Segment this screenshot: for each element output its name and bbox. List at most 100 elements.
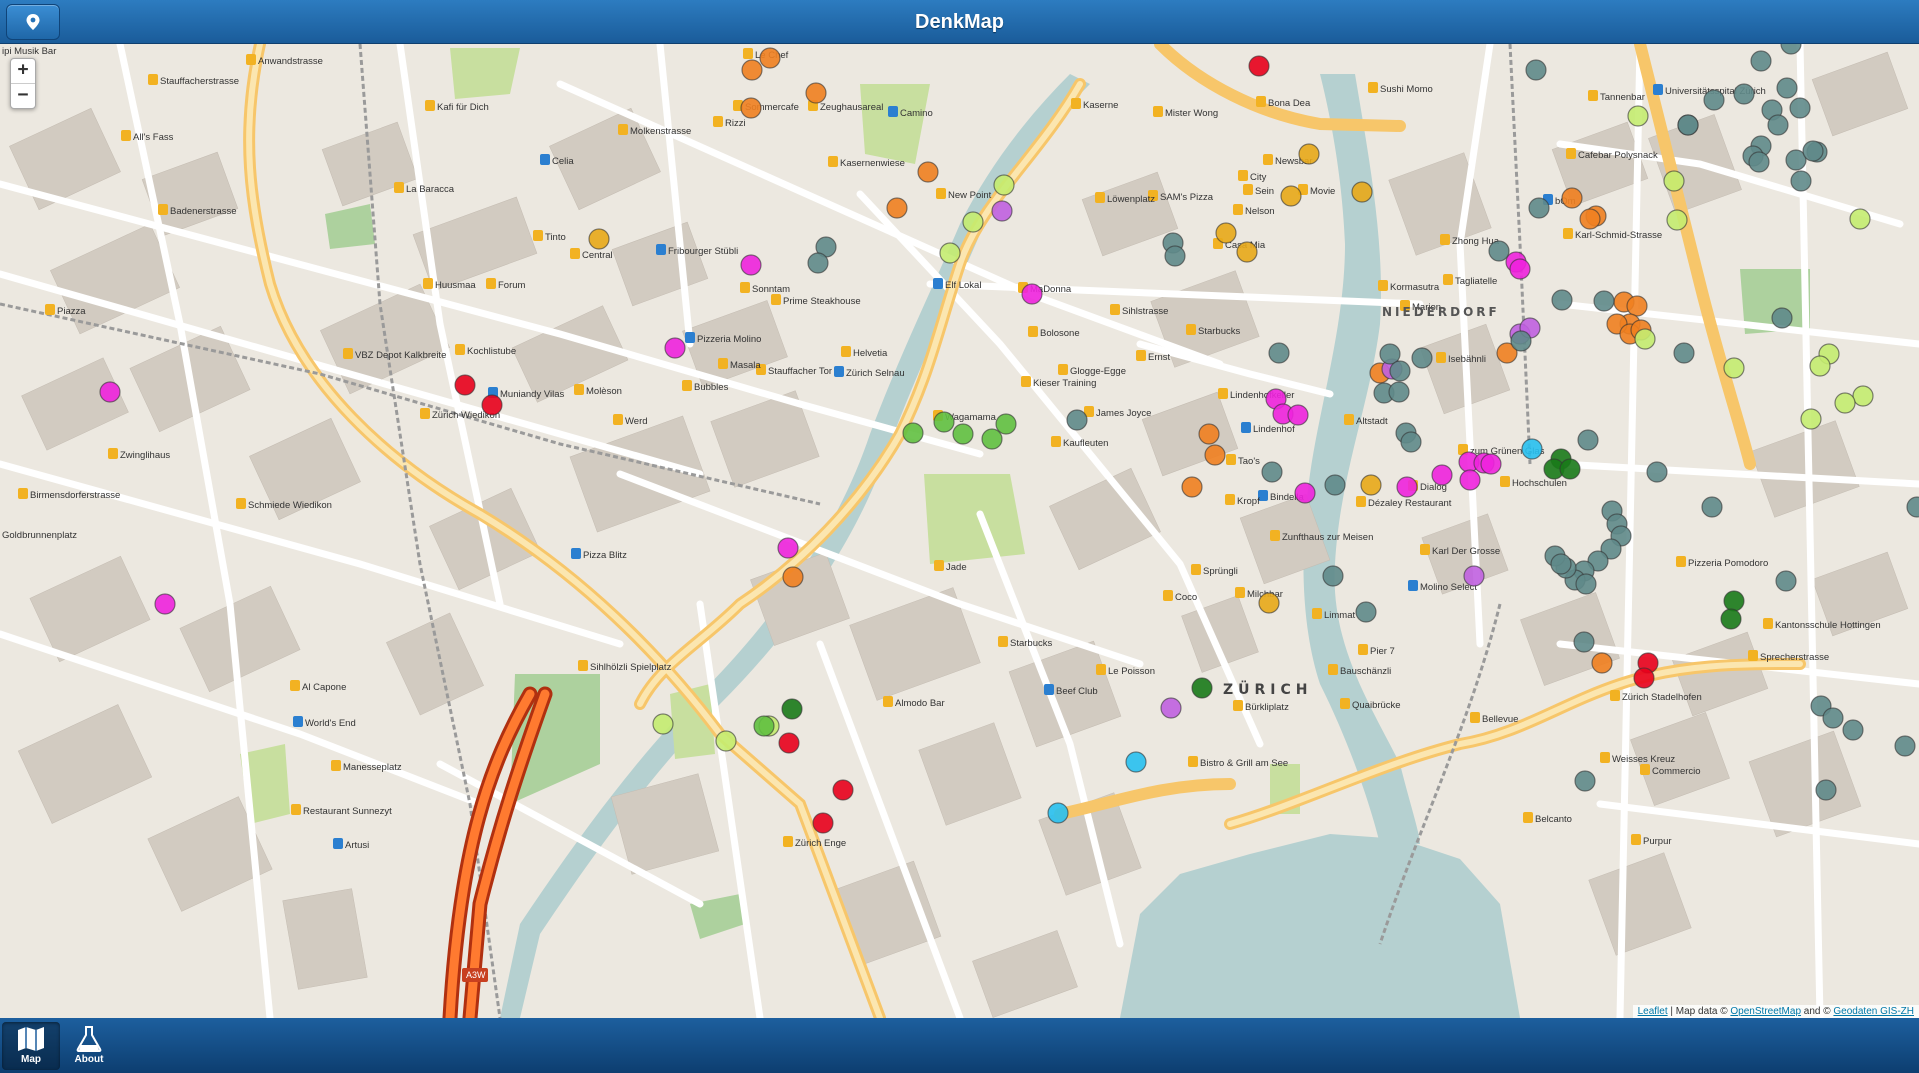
restaurant-icon[interactable] bbox=[713, 116, 723, 127]
monument-marker-slate[interactable] bbox=[1400, 431, 1422, 453]
monument-marker-slate[interactable] bbox=[1066, 409, 1088, 431]
monument-marker-lime[interactable] bbox=[1800, 408, 1822, 430]
transit-icon[interactable] bbox=[1044, 684, 1054, 695]
restaurant-icon[interactable] bbox=[1420, 544, 1430, 555]
restaurant-icon[interactable] bbox=[420, 408, 430, 419]
monument-marker-slate[interactable] bbox=[1733, 83, 1755, 105]
monument-marker-lime[interactable] bbox=[1634, 328, 1656, 350]
monument-marker-lime[interactable] bbox=[1849, 208, 1871, 230]
monument-marker-lime[interactable] bbox=[962, 211, 984, 233]
restaurant-icon[interactable] bbox=[108, 448, 118, 459]
restaurant-icon[interactable] bbox=[1600, 752, 1610, 763]
monument-marker-slate[interactable] bbox=[1551, 289, 1573, 311]
monument-marker-magenta[interactable] bbox=[154, 593, 176, 615]
tab-about[interactable]: About bbox=[60, 1022, 118, 1070]
restaurant-icon[interactable] bbox=[743, 48, 753, 59]
monument-marker-slate[interactable] bbox=[1389, 360, 1411, 382]
monument-marker-slate[interactable] bbox=[1894, 735, 1916, 757]
transit-icon[interactable] bbox=[685, 332, 695, 343]
restaurant-icon[interactable] bbox=[1378, 280, 1388, 291]
monument-marker-orange[interactable] bbox=[740, 97, 762, 119]
restaurant-icon[interactable] bbox=[1312, 608, 1322, 619]
monument-marker-magenta[interactable] bbox=[664, 337, 686, 359]
monument-marker-slate[interactable] bbox=[1411, 347, 1433, 369]
monument-marker-red[interactable] bbox=[1248, 55, 1270, 77]
restaurant-icon[interactable] bbox=[1588, 90, 1598, 101]
restaurant-icon[interactable] bbox=[246, 54, 256, 65]
restaurant-icon[interactable] bbox=[394, 182, 404, 193]
monument-marker-slate[interactable] bbox=[1355, 601, 1377, 623]
restaurant-icon[interactable] bbox=[423, 278, 433, 289]
restaurant-icon[interactable] bbox=[1235, 587, 1245, 598]
restaurant-icon[interactable] bbox=[45, 304, 55, 315]
restaurant-icon[interactable] bbox=[936, 188, 946, 199]
restaurant-icon[interactable] bbox=[1523, 812, 1533, 823]
restaurant-icon[interactable] bbox=[1500, 476, 1510, 487]
monument-marker-green[interactable] bbox=[753, 715, 775, 737]
monument-marker-green[interactable] bbox=[902, 422, 924, 444]
restaurant-icon[interactable] bbox=[1243, 184, 1253, 195]
monument-marker-lime[interactable] bbox=[1627, 105, 1649, 127]
restaurant-icon[interactable] bbox=[1188, 756, 1198, 767]
tab-map[interactable]: Map bbox=[2, 1022, 60, 1070]
monument-marker-orange[interactable] bbox=[1626, 295, 1648, 317]
restaurant-icon[interactable] bbox=[1051, 436, 1061, 447]
restaurant-icon[interactable] bbox=[1470, 712, 1480, 723]
restaurant-icon[interactable] bbox=[148, 74, 158, 85]
monument-marker-green[interactable] bbox=[995, 413, 1017, 435]
monument-marker-red[interactable] bbox=[1633, 667, 1655, 689]
monument-marker-orange[interactable] bbox=[1591, 652, 1613, 674]
restaurant-icon[interactable] bbox=[1071, 98, 1081, 109]
restaurant-icon[interactable] bbox=[1153, 106, 1163, 117]
monument-marker-red[interactable] bbox=[481, 394, 503, 416]
restaurant-icon[interactable] bbox=[1163, 590, 1173, 601]
transit-icon[interactable] bbox=[834, 366, 844, 377]
monument-marker-magenta[interactable] bbox=[1294, 482, 1316, 504]
monument-marker-slate[interactable] bbox=[1677, 114, 1699, 136]
restaurant-icon[interactable] bbox=[236, 498, 246, 509]
monument-marker-slate[interactable] bbox=[1268, 342, 1290, 364]
restaurant-icon[interactable] bbox=[1763, 618, 1773, 629]
monument-marker-magenta[interactable] bbox=[1480, 453, 1502, 475]
restaurant-icon[interactable] bbox=[1058, 364, 1068, 375]
monument-marker-magenta[interactable] bbox=[777, 537, 799, 559]
map-view[interactable]: A3W ipi Musik BarAnwandstrasseLe ChefSta… bbox=[0, 44, 1919, 1018]
restaurant-icon[interactable] bbox=[682, 380, 692, 391]
monument-marker-lime[interactable] bbox=[1834, 392, 1856, 414]
monument-marker-orange[interactable] bbox=[782, 566, 804, 588]
monument-marker-orange[interactable] bbox=[1198, 423, 1220, 445]
monument-marker-magenta[interactable] bbox=[1396, 476, 1418, 498]
monument-marker-amber[interactable] bbox=[1351, 181, 1373, 203]
restaurant-icon[interactable] bbox=[998, 636, 1008, 647]
monument-marker-orange[interactable] bbox=[886, 197, 908, 219]
monument-marker-slate[interactable] bbox=[1488, 240, 1510, 262]
monument-marker-orange[interactable] bbox=[917, 161, 939, 183]
monument-marker-lime[interactable] bbox=[993, 174, 1015, 196]
monument-marker-orange[interactable] bbox=[1561, 187, 1583, 209]
monument-marker-magenta[interactable] bbox=[1021, 283, 1043, 305]
restaurant-icon[interactable] bbox=[828, 156, 838, 167]
monument-marker-darkgreen[interactable] bbox=[1723, 590, 1745, 612]
restaurant-icon[interactable] bbox=[533, 230, 543, 241]
monument-marker-slate[interactable] bbox=[1790, 170, 1812, 192]
monument-marker-violet[interactable] bbox=[1160, 697, 1182, 719]
restaurant-icon[interactable] bbox=[574, 384, 584, 395]
restaurant-icon[interactable] bbox=[1640, 764, 1650, 775]
monument-marker-lime[interactable] bbox=[715, 730, 737, 752]
monument-marker-magenta[interactable] bbox=[740, 254, 762, 276]
monument-marker-slate[interactable] bbox=[1775, 570, 1797, 592]
monument-marker-lime[interactable] bbox=[1809, 355, 1831, 377]
transit-icon[interactable] bbox=[333, 838, 343, 849]
restaurant-icon[interactable] bbox=[331, 760, 341, 771]
monument-marker-slate[interactable] bbox=[1822, 707, 1844, 729]
restaurant-icon[interactable] bbox=[1225, 494, 1235, 505]
restaurant-icon[interactable] bbox=[740, 282, 750, 293]
transit-icon[interactable] bbox=[1408, 580, 1418, 591]
osm-link[interactable]: OpenStreetMap bbox=[1730, 1006, 1801, 1017]
restaurant-icon[interactable] bbox=[455, 344, 465, 355]
restaurant-icon[interactable] bbox=[718, 358, 728, 369]
restaurant-icon[interactable] bbox=[1340, 698, 1350, 709]
monument-marker-magenta[interactable] bbox=[1459, 469, 1481, 491]
monument-marker-amber[interactable] bbox=[588, 228, 610, 250]
monument-marker-slate[interactable] bbox=[1525, 59, 1547, 81]
